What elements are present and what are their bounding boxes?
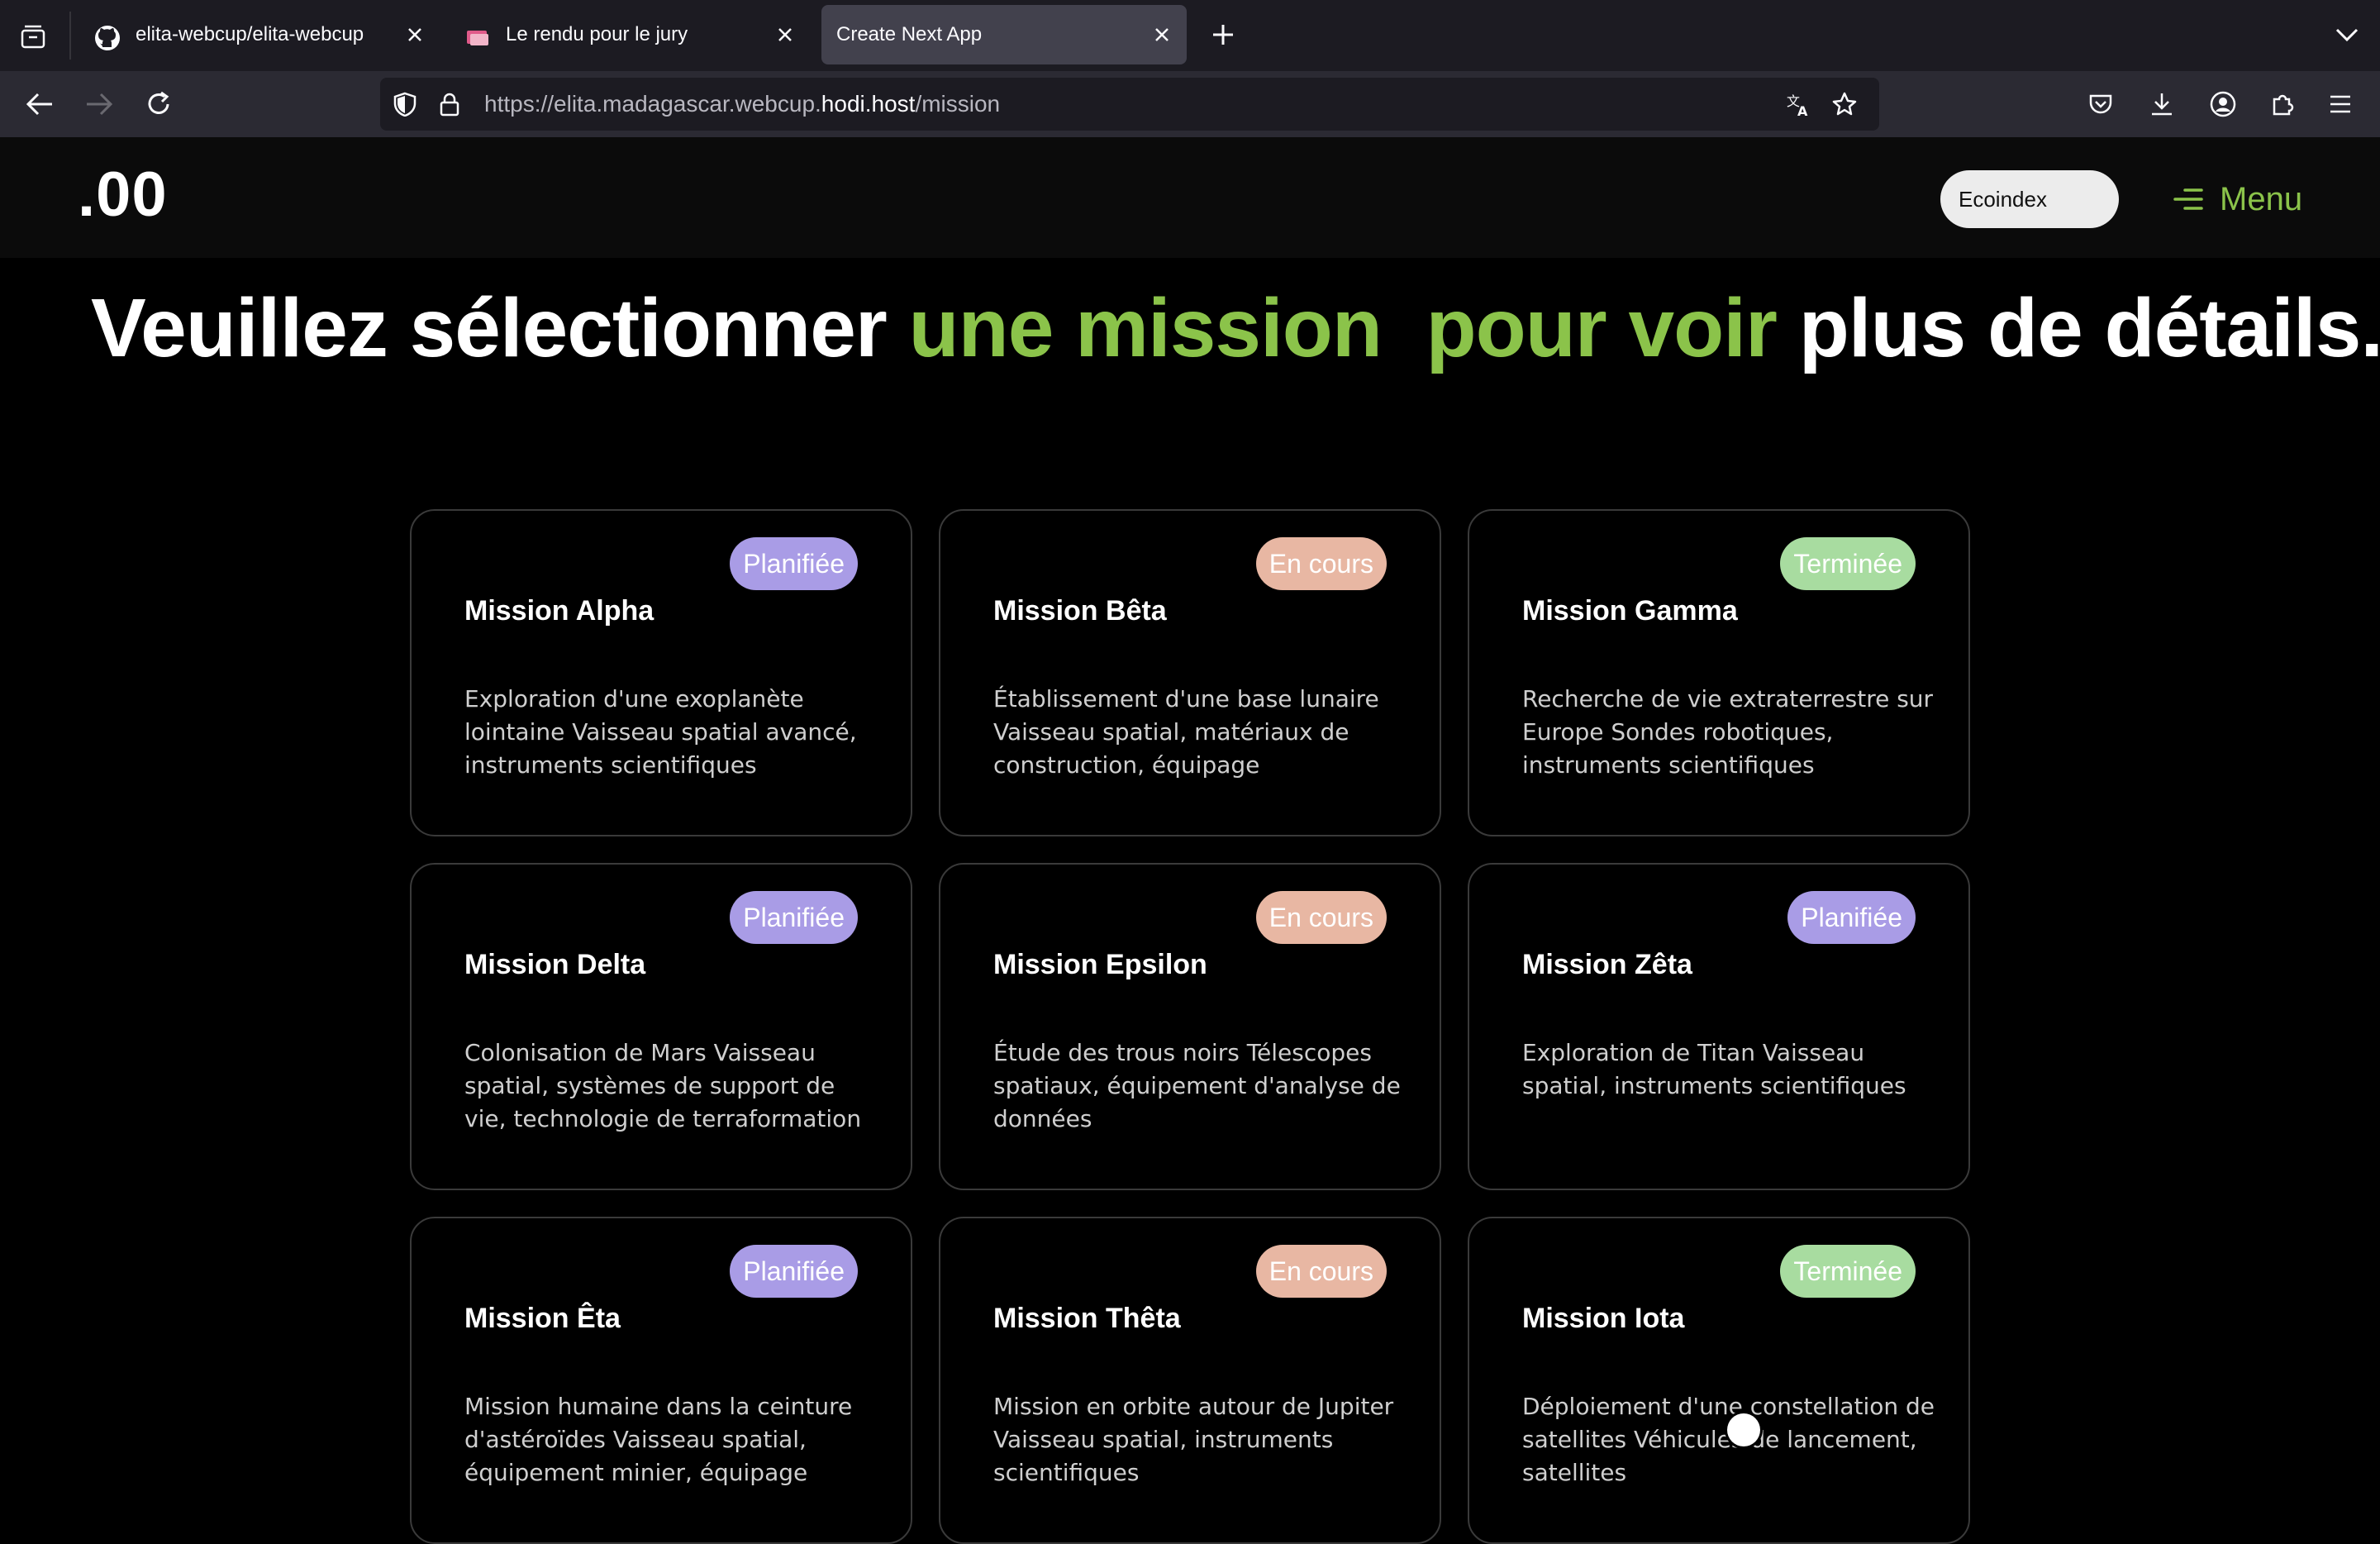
mission-description: Établissement d'une base lunaire Vaissea… <box>993 685 1379 779</box>
account-icon[interactable] <box>2205 86 2241 122</box>
reload-icon[interactable] <box>140 86 177 122</box>
download-icon[interactable] <box>2144 86 2180 122</box>
mission-card[interactable]: Terminée Mission Gamma Recherche de vie … <box>1468 509 1970 836</box>
mission-name: Mission Zêta <box>1522 949 1692 980</box>
tab-collections-icon[interactable] <box>15 18 51 55</box>
tab-title: Create Next App <box>836 23 983 45</box>
status-badge: Planifiée <box>730 537 858 590</box>
new-tab-icon[interactable] <box>1207 18 1240 51</box>
pocket-icon[interactable] <box>2082 86 2119 122</box>
mission-card[interactable]: Planifiée Mission Zêta Exploration de Ti… <box>1468 863 1970 1190</box>
mission-description: Mission humaine dans la ceinture d'astér… <box>464 1393 853 1486</box>
close-tab-icon[interactable] <box>772 21 798 48</box>
url-text[interactable]: https://elita.madagascar.webcup.hodi.hos… <box>484 78 1000 131</box>
mission-card[interactable]: En cours Mission Thêta Mission en orbite… <box>939 1217 1441 1544</box>
tab-create-next-app[interactable]: Create Next App <box>821 5 1187 64</box>
page-headline: Veuillez sélectionner une mission pour v… <box>91 281 2380 376</box>
shield-icon[interactable] <box>392 91 418 117</box>
headline-accent: une mission pour voir <box>908 282 1778 374</box>
forward-icon[interactable] <box>81 86 117 122</box>
mission-name: Mission Thêta <box>993 1303 1181 1334</box>
tab-separator <box>69 12 71 60</box>
mission-name: Mission Iota <box>1522 1303 1685 1334</box>
headline-text: Veuillez sélectionner <box>91 282 909 374</box>
slides-icon <box>464 25 491 51</box>
site-header: .00 Ecoindex Menu <box>0 137 2380 258</box>
browser-nav-bar: https://elita.madagascar.webcup.hodi.hos… <box>0 71 2380 137</box>
tab-jury[interactable]: Le rendu pour le jury <box>446 5 810 64</box>
close-tab-icon[interactable] <box>1149 21 1175 48</box>
status-badge: Planifiée <box>730 891 858 944</box>
close-tab-icon[interactable] <box>402 21 428 48</box>
back-icon[interactable] <box>21 86 58 122</box>
mission-name: Mission Gamma <box>1522 595 1738 627</box>
mission-name: Mission Epsilon <box>993 949 1207 980</box>
mission-description: Recherche de vie extraterrestre sur Euro… <box>1522 685 1934 779</box>
extensions-icon[interactable] <box>2264 86 2301 122</box>
lock-icon[interactable] <box>436 91 463 117</box>
mission-card[interactable]: Planifiée Mission Delta Colonisation de … <box>410 863 912 1190</box>
tab-title: Le rendu pour le jury <box>506 23 688 45</box>
mission-card[interactable]: Terminée Mission Iota Déploiement d'une … <box>1468 1217 1970 1544</box>
status-badge: Planifiée <box>730 1245 858 1298</box>
mission-description: Colonisation de Mars Vaisseau spatial, s… <box>464 1039 862 1132</box>
star-icon[interactable] <box>1831 91 1858 117</box>
status-badge: Planifiée <box>1787 891 1916 944</box>
status-badge: En cours <box>1255 1245 1387 1298</box>
ecoindex-button[interactable]: Ecoindex <box>1940 170 2119 228</box>
mission-card[interactable]: En cours Mission Bêta Établissement d'un… <box>939 509 1441 836</box>
status-badge: Terminée <box>1780 1245 1916 1298</box>
github-icon <box>94 25 121 51</box>
address-bar[interactable]: https://elita.madagascar.webcup.hodi.hos… <box>380 78 1879 131</box>
menu-lines-icon <box>2173 183 2206 216</box>
mission-card[interactable]: Planifiée Mission Alpha Exploration d'un… <box>410 509 912 836</box>
mission-card[interactable]: Planifiée Mission Êta Mission humaine da… <box>410 1217 912 1544</box>
chevron-down-icon[interactable] <box>2330 18 2363 51</box>
mission-name: Mission Êta <box>464 1303 621 1334</box>
status-badge: En cours <box>1255 537 1387 590</box>
translate-icon[interactable]: 文A <box>1785 91 1811 117</box>
mission-name: Mission Alpha <box>464 595 654 627</box>
menu-button[interactable]: Menu <box>2173 170 2302 228</box>
tab-github[interactable]: elita-webcup/elita-webcup <box>76 5 440 64</box>
svg-text:A: A <box>1797 103 1808 117</box>
status-badge: Terminée <box>1780 537 1916 590</box>
mission-description: Étude des trous noirs Télescopes spatiau… <box>993 1039 1401 1132</box>
mission-description: Exploration d'une exoplanète lointaine V… <box>464 685 857 779</box>
site-logo[interactable]: .00 <box>78 159 168 231</box>
mission-name: Mission Delta <box>464 949 646 980</box>
mission-name: Mission Bêta <box>993 595 1167 627</box>
mission-description: Déploiement d'une constellation de satel… <box>1522 1393 1935 1486</box>
mouse-cursor <box>1727 1413 1760 1446</box>
mission-description: Mission en orbite autour de Jupiter Vais… <box>993 1393 1394 1486</box>
mission-card[interactable]: En cours Mission Epsilon Étude des trous… <box>939 863 1441 1190</box>
mission-description: Exploration de Titan Vaisseau spatial, i… <box>1522 1039 1906 1099</box>
browser-tab-bar: elita-webcup/elita-webcup Le rendu pour … <box>0 0 2380 71</box>
status-badge: En cours <box>1255 891 1387 944</box>
tab-title: elita-webcup/elita-webcup <box>136 23 364 45</box>
headline-text-end: plus de détails. <box>1776 282 2380 374</box>
menu-label: Menu <box>2220 180 2303 217</box>
hamburger-menu-icon[interactable] <box>2322 86 2359 122</box>
